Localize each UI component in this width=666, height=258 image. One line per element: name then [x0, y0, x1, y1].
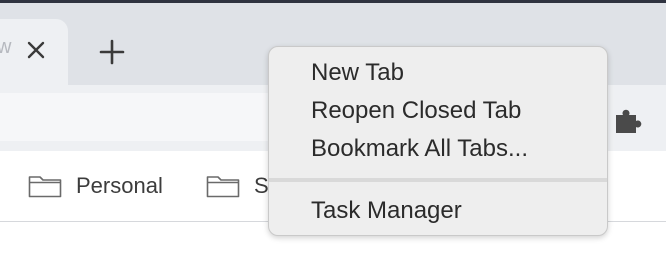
- menu-item-task-manager[interactable]: Task Manager: [311, 197, 462, 225]
- bookmark-label: S: [254, 173, 269, 198]
- folder-icon: [28, 174, 62, 198]
- menu-item-reopen-closed-tab[interactable]: Reopen Closed Tab: [311, 97, 521, 125]
- bookmark-folder-s[interactable]: S: [206, 171, 269, 201]
- bookmark-personal[interactable]: Personal: [28, 171, 163, 201]
- plus-icon[interactable]: [98, 38, 126, 66]
- menu-item-new-tab[interactable]: New Tab: [311, 59, 404, 87]
- tab-strip-context-menu: New Tab Reopen Closed Tab Bookmark All T…: [268, 46, 608, 236]
- tab[interactable]: w: [0, 19, 68, 85]
- folder-icon: [206, 174, 240, 198]
- bookmark-label: Personal: [76, 173, 163, 198]
- close-icon[interactable]: [24, 38, 48, 62]
- tab-title: w: [0, 36, 12, 58]
- puzzle-icon[interactable]: [612, 105, 644, 137]
- menu-item-bookmark-all-tabs[interactable]: Bookmark All Tabs...: [311, 135, 528, 163]
- menu-separator: [269, 178, 607, 182]
